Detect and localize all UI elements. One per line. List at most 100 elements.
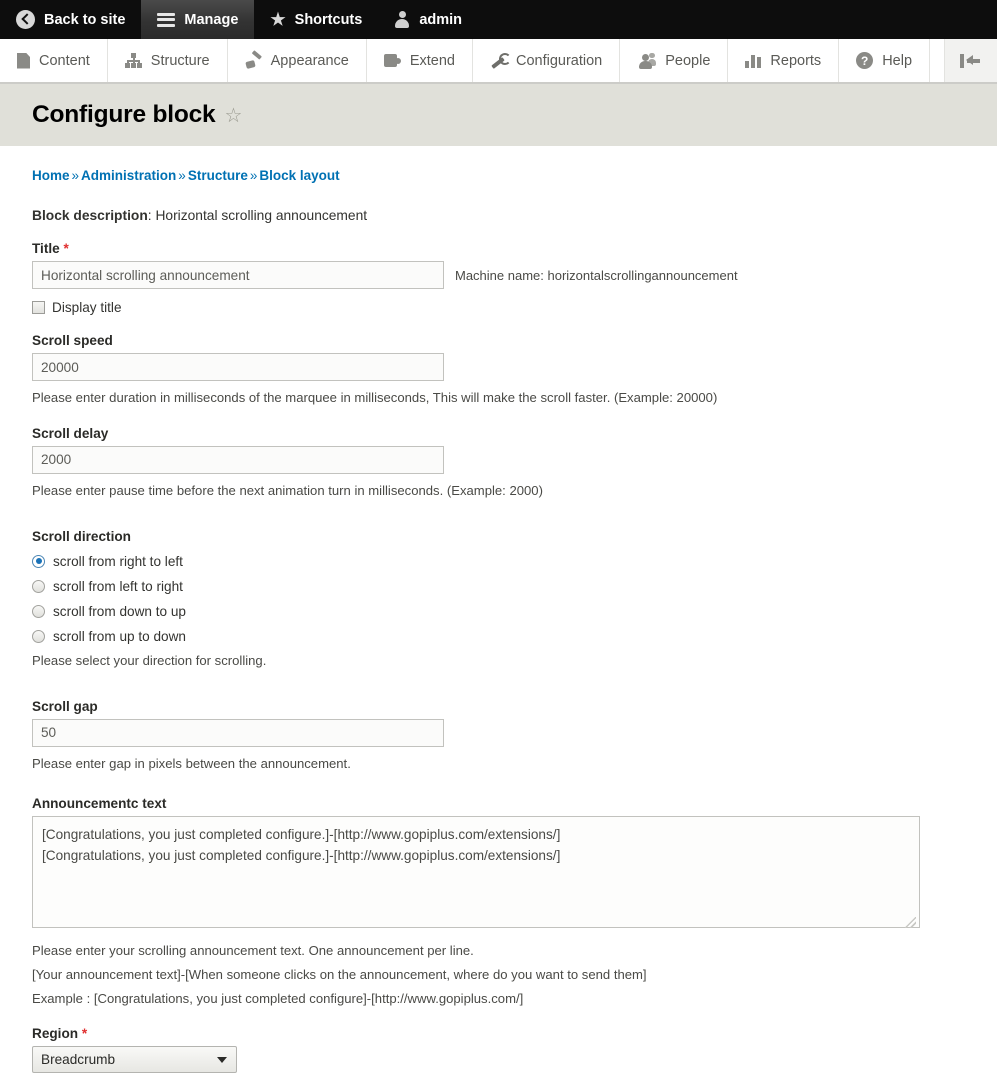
breadcrumb: Home» Administration» Structure» Block layo… xyxy=(32,146,965,183)
people-icon xyxy=(637,52,657,69)
breadcrumb-separator: » xyxy=(71,168,80,183)
title-input[interactable] xyxy=(32,261,444,289)
toolbar-item-label: Shortcuts xyxy=(294,11,363,28)
menu-item-label: Extend xyxy=(409,52,455,69)
hamburger-menu-icon xyxy=(157,12,176,27)
title-label-text: Title xyxy=(32,241,60,256)
block-description: Block description: Horizontal scrolling … xyxy=(32,208,368,223)
title-label: Title * xyxy=(32,241,965,256)
menu-item-label: People xyxy=(665,52,711,69)
toolbar-item-admin-user[interactable]: admin xyxy=(378,0,478,39)
wrench-icon xyxy=(490,52,511,69)
breadcrumb-separator: » xyxy=(249,168,258,183)
collapse-sidebar-icon xyxy=(960,53,982,68)
scroll-direction-option-up-to-down[interactable]: scroll from up to down xyxy=(32,629,965,644)
menu-item-content[interactable]: Content xyxy=(0,39,108,82)
menu-item-extend[interactable]: Extend xyxy=(367,39,473,82)
required-marker: * xyxy=(81,1025,88,1041)
scroll-direction-option-right-to-left[interactable]: scroll from right to left xyxy=(32,554,965,569)
menu-spacer xyxy=(930,39,945,82)
scroll-speed-input[interactable] xyxy=(32,353,444,381)
announcement-textarea[interactable] xyxy=(32,815,920,928)
region-select-value: Breadcrumb xyxy=(41,1051,116,1067)
breadcrumb-item-block-layout[interactable]: Block layout xyxy=(259,168,339,183)
display-title-checkbox[interactable] xyxy=(32,301,45,314)
scroll-direction-label: Scroll direction xyxy=(32,528,131,544)
announcement-textarea-wrapper xyxy=(32,815,920,933)
scroll-gap-help: Please enter gap in pixels between the a… xyxy=(32,755,351,771)
required-marker: * xyxy=(63,241,69,256)
scroll-delay-label: Scroll delay xyxy=(32,425,109,441)
announcement-text-label: Announcementc text xyxy=(32,795,167,811)
radio-label: scroll from up to down xyxy=(53,628,186,644)
star-outline-icon[interactable]: ☆ xyxy=(224,106,242,126)
user-icon xyxy=(394,11,410,28)
admin-menu-tray: Content Structure Appearance Extend Conf… xyxy=(0,39,997,84)
menu-item-people[interactable]: People xyxy=(620,39,729,82)
breadcrumb-item-administration[interactable]: Administration xyxy=(81,168,176,183)
block-description-value: Horizontal scrolling announcement xyxy=(155,208,368,223)
menu-item-structure[interactable]: Structure xyxy=(108,39,228,82)
paintbrush-icon xyxy=(245,53,262,69)
region-label-text: Region xyxy=(32,1025,79,1041)
announcement-help-line-2: [Your announcement text]-[When someone c… xyxy=(32,966,647,982)
toolbar-item-label: Manage xyxy=(184,11,239,28)
announcement-help-line-3: Example : [Congratulations, you just com… xyxy=(32,990,524,1006)
announcement-help-line-1: Please enter your scrolling announcement… xyxy=(32,942,474,958)
radio-left-to-right[interactable] xyxy=(32,579,45,593)
breadcrumb-item-home[interactable]: Home xyxy=(32,168,70,183)
region-label: Region * xyxy=(32,1026,965,1041)
menu-item-label: Reports xyxy=(770,52,822,69)
toolbar-item-back-to-site[interactable]: Back to site xyxy=(0,0,141,39)
toolbar-item-shortcuts[interactable]: ★ Shortcuts xyxy=(254,0,378,39)
radio-label: scroll from right to left xyxy=(53,553,183,569)
region-select[interactable]: Breadcrumb xyxy=(32,1045,237,1073)
machine-name-text: Machine name: horizontalscrollingannounc… xyxy=(455,267,738,283)
radio-down-to-up[interactable] xyxy=(32,604,45,618)
menu-item-help[interactable]: ? Help xyxy=(839,39,931,82)
display-title-row[interactable]: Display title xyxy=(32,300,965,315)
main-content: Home» Administration» Structure» Block layo… xyxy=(0,146,997,1074)
menu-item-appearance[interactable]: Appearance xyxy=(228,39,367,82)
scroll-speed-help: Please enter duration in milliseconds of… xyxy=(32,390,718,405)
menu-item-label: Appearance xyxy=(270,52,349,69)
menu-item-label: Structure xyxy=(150,52,210,69)
radio-right-to-left[interactable] xyxy=(32,554,45,568)
region-select-wrapper: Breadcrumb xyxy=(32,1045,237,1073)
document-icon xyxy=(17,52,30,69)
hierarchy-tree-icon xyxy=(124,53,142,68)
radio-label: scroll from down to up xyxy=(53,603,186,619)
scroll-direction-option-left-to-right[interactable]: scroll from left to right xyxy=(32,579,965,594)
toolbar-item-label: Back to site xyxy=(44,11,126,28)
menu-item-label: Configuration xyxy=(516,52,603,69)
block-description-label: Block description xyxy=(32,208,148,223)
breadcrumb-item-structure[interactable]: Structure xyxy=(188,168,248,183)
scroll-gap-input[interactable] xyxy=(32,718,444,747)
menu-item-label: Content xyxy=(39,52,90,69)
menu-item-reports[interactable]: Reports xyxy=(728,39,840,82)
menu-item-label: Help xyxy=(882,52,913,69)
menu-item-configuration[interactable]: Configuration xyxy=(473,39,621,82)
back-arrow-circle-icon xyxy=(16,10,35,29)
scroll-speed-label: Scroll speed xyxy=(32,333,113,348)
title-field-row: Machine name: horizontalscrollingannounc… xyxy=(32,261,965,289)
scroll-delay-help: Please enter pause time before the next … xyxy=(32,482,543,498)
toolbar-item-manage[interactable]: Manage xyxy=(141,0,255,39)
breadcrumb-separator: » xyxy=(178,168,186,183)
question-mark-circle-icon: ? xyxy=(856,52,874,69)
admin-toolbar: Back to site Manage ★ Shortcuts admin xyxy=(0,0,997,39)
star-icon: ★ xyxy=(270,10,286,29)
scroll-direction-option-down-to-up[interactable]: scroll from down to up xyxy=(32,604,965,619)
page-title: Configure block xyxy=(32,101,216,128)
radio-label: scroll from left to right xyxy=(53,578,183,594)
radio-up-to-down[interactable] xyxy=(32,629,45,643)
puzzle-piece-icon xyxy=(383,53,401,68)
scroll-direction-help: Please select your direction for scrolli… xyxy=(32,652,267,668)
bar-chart-icon xyxy=(745,53,762,68)
scroll-gap-label: Scroll gap xyxy=(32,698,98,714)
display-title-label: Display title xyxy=(52,300,122,315)
collapse-sidebar-button[interactable] xyxy=(945,39,997,82)
toolbar-item-label: admin xyxy=(419,11,463,28)
scroll-delay-input[interactable] xyxy=(32,445,444,474)
page-title-band: Configure block ☆ xyxy=(0,84,997,146)
